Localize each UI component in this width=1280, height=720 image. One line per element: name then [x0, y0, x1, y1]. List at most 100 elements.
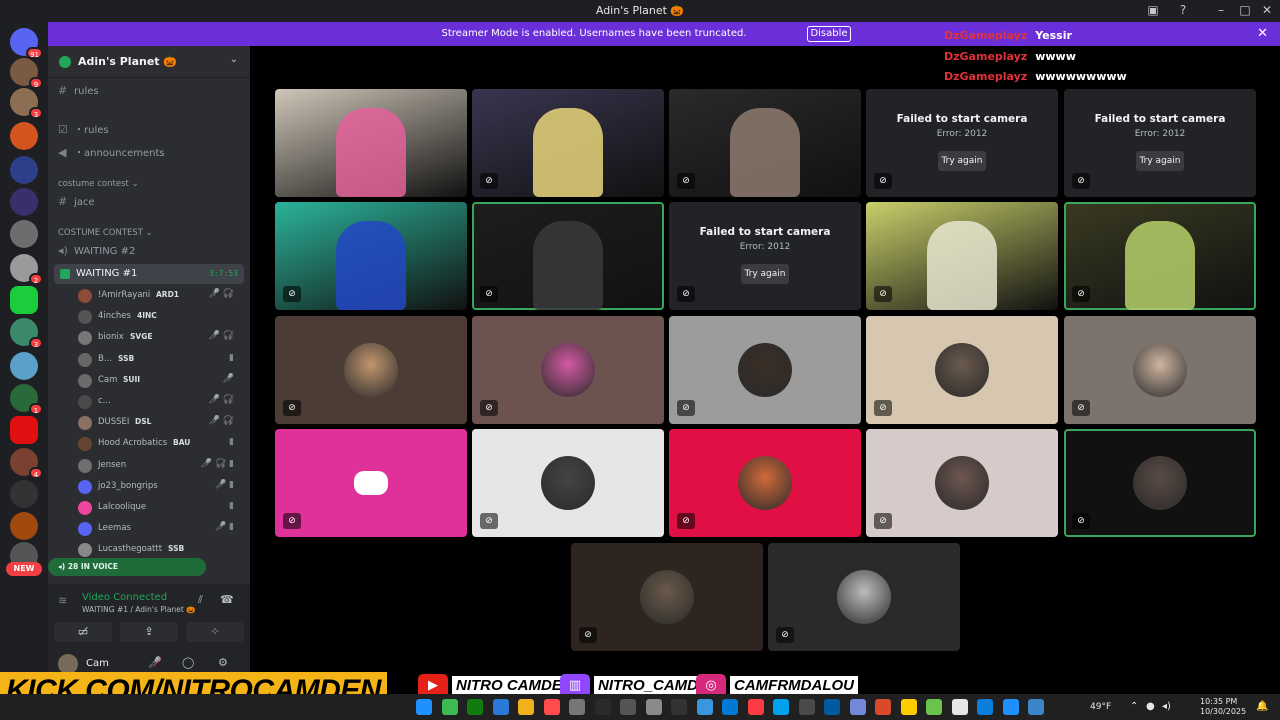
server-icon[interactable]: 3 [10, 318, 43, 349]
close-window-icon[interactable]: ✕ [1258, 3, 1276, 17]
channel-rules-top[interactable]: # rules [58, 82, 99, 100]
server-icon[interactable]: 3 [10, 88, 43, 119]
category-costume-contest-voice[interactable]: COSTUME CONTEST ⌄ [58, 228, 153, 238]
taskbar-app-icon[interactable] [416, 699, 432, 715]
participant-tile[interactable]: ⊘ [866, 429, 1058, 537]
participant-tile[interactable]: ⊘ [669, 429, 861, 537]
try-again-button[interactable]: Try again [741, 264, 789, 284]
clock-date[interactable]: 10/30/2025 [1200, 707, 1246, 716]
participant-tile[interactable]: Failed to start camera Error: 2012 Try aga… [866, 89, 1058, 197]
maximize-icon[interactable]: □ [1236, 3, 1254, 17]
taskbar-app-icon[interactable] [696, 699, 713, 715]
taskbar-app-icon[interactable] [926, 699, 942, 715]
participant-tile[interactable]: ⊘ [866, 202, 1058, 310]
server-icon[interactable] [10, 220, 38, 248]
new-badge[interactable]: NEW [6, 562, 42, 576]
participant-tile[interactable] [275, 89, 467, 197]
taskbar-app-icon[interactable] [798, 699, 815, 715]
participant-tile[interactable]: ⊘ [275, 316, 467, 424]
participant-tile[interactable]: ⊘ [768, 543, 960, 651]
voice-location[interactable]: WAITING #1 / Adin's Planet 🎃 [82, 605, 195, 614]
voice-member[interactable]: bionix SVGE 🎤̸ 🎧̸ [78, 328, 244, 348]
category-costume-contest[interactable]: costume contest ⌄ [58, 179, 139, 189]
voice-member[interactable]: Leemas 🎤̸ ▮ [78, 519, 244, 539]
minimize-icon[interactable]: – [1212, 3, 1230, 17]
taskbar-app-icon[interactable] [620, 699, 636, 715]
participant-tile[interactable]: ⊘ [669, 316, 861, 424]
noise-suppression-icon[interactable]: ⫽ [198, 593, 203, 607]
taskbar-app-icon[interactable] [671, 699, 687, 715]
server-icon[interactable] [10, 416, 38, 444]
voice-status[interactable]: Video Connected [82, 592, 167, 603]
server-icon[interactable]: 2 [10, 254, 43, 285]
clock-time[interactable]: 10:35 PM [1200, 697, 1237, 706]
camera-toggle-button[interactable]: ▭̸ [54, 622, 112, 642]
weather-text[interactable]: 49°F [1090, 702, 1111, 712]
screen-share-button[interactable]: ⇪ [120, 622, 178, 642]
server-icon[interactable] [10, 156, 38, 184]
server-icon[interactable] [10, 352, 38, 380]
mic-muted-icon[interactable]: 🎤̸ [148, 656, 162, 669]
taskbar-app-icon[interactable] [773, 699, 789, 715]
channel-jace[interactable]: # jace [58, 193, 95, 211]
taskbar-app-icon[interactable] [1028, 699, 1044, 715]
channel-rules[interactable]: ☑ ・rules [58, 121, 109, 139]
taskbar-app-icon[interactable] [747, 699, 764, 715]
microphone-icon[interactable]: ● [1146, 701, 1155, 712]
voice-channel-waiting-2[interactable]: ◂) WAITING #2 [58, 242, 135, 260]
server-icon[interactable]: 1 [10, 384, 43, 415]
taskbar-app-icon[interactable] [441, 699, 458, 715]
disable-streamer-mode-button[interactable]: Disable [807, 26, 851, 42]
participant-tile[interactable]: Failed to start camera Error: 2012 Try aga… [1064, 89, 1256, 197]
taskbar-app-icon[interactable] [977, 699, 993, 715]
server-icon[interactable]: 9 [10, 58, 43, 89]
channel-announcements[interactable]: ◀ ・announcements [58, 144, 165, 162]
participant-tile[interactable]: Failed to start camera Error: 2012 Try aga… [669, 202, 861, 310]
taskbar-app-icon[interactable] [1002, 699, 1019, 715]
voice-member[interactable]: Cam SUII 🎤̸ [78, 371, 244, 391]
voice-member[interactable]: jo23_bongrips 🎤̸ ▮ [78, 477, 244, 497]
tray-chevron-icon[interactable]: ⌃ [1130, 701, 1138, 712]
help-icon[interactable]: ? [1174, 3, 1192, 17]
voice-member[interactable]: Lalcoolique ▮ [78, 498, 244, 518]
server-header[interactable]: Adin's Planet 🎃 ⌄ [48, 46, 250, 78]
in-voice-pill[interactable]: ◂) 28 IN VOICE [48, 558, 206, 576]
server-icon-kick[interactable] [10, 286, 38, 314]
participant-tile[interactable]: ⊘ [472, 202, 664, 310]
voice-member[interactable]: c... 🎤̸ 🎧̸ [78, 392, 244, 412]
server-icon[interactable] [10, 512, 38, 540]
server-icon[interactable] [10, 188, 38, 216]
volume-icon[interactable]: ◂) [1162, 701, 1171, 712]
try-again-button[interactable]: Try again [938, 151, 986, 171]
user-name[interactable]: Cam [86, 658, 109, 669]
taskbar-app-icon[interactable] [951, 699, 968, 715]
taskbar-app-icon[interactable] [875, 699, 891, 715]
participant-tile[interactable]: ⊘ [571, 543, 763, 651]
participant-tile[interactable]: ⊘ [472, 316, 664, 424]
voice-member[interactable]: B... SSB ▮ [78, 350, 244, 370]
taskbar-app-icon[interactable] [492, 699, 509, 715]
taskbar-app-icon[interactable] [722, 699, 738, 715]
participant-tile[interactable]: ⊘ [669, 89, 861, 197]
voice-member[interactable]: Hood Acrobatics BAU ▮ [78, 434, 244, 454]
server-icon-pumpkin[interactable] [10, 122, 38, 150]
voice-member[interactable]: Jensen 🎤̸ 🎧̸ ▮ [78, 456, 244, 476]
avatar[interactable] [58, 654, 78, 674]
taskbar-app-icon[interactable] [900, 699, 917, 715]
try-again-button[interactable]: Try again [1136, 151, 1184, 171]
taskbar-app-icon[interactable] [645, 699, 662, 715]
participant-tile[interactable]: ⊘ [866, 316, 1058, 424]
taskbar-app-icon[interactable] [518, 699, 534, 715]
headphones-icon[interactable]: ◯ [182, 656, 194, 669]
participant-tile[interactable]: ⊘ [1064, 316, 1256, 424]
voice-channel-waiting-1[interactable]: WAITING #1 3:7:53 [54, 264, 244, 284]
discord-home-icon[interactable]: 91 [10, 28, 43, 59]
taskbar-app-icon[interactable] [824, 699, 840, 715]
taskbar-app-icon[interactable] [849, 699, 866, 715]
gear-icon[interactable]: ⚙ [218, 656, 228, 669]
chevron-down-icon[interactable]: ⌄ [230, 54, 238, 65]
voice-member[interactable]: !AmirRayani ARD1 🎤̸ 🎧̸ [78, 286, 244, 306]
participant-tile[interactable]: ⊘ [1064, 429, 1256, 537]
participant-tile[interactable]: ⊘ [275, 429, 467, 537]
signal-icon[interactable]: ≋ [58, 594, 67, 607]
